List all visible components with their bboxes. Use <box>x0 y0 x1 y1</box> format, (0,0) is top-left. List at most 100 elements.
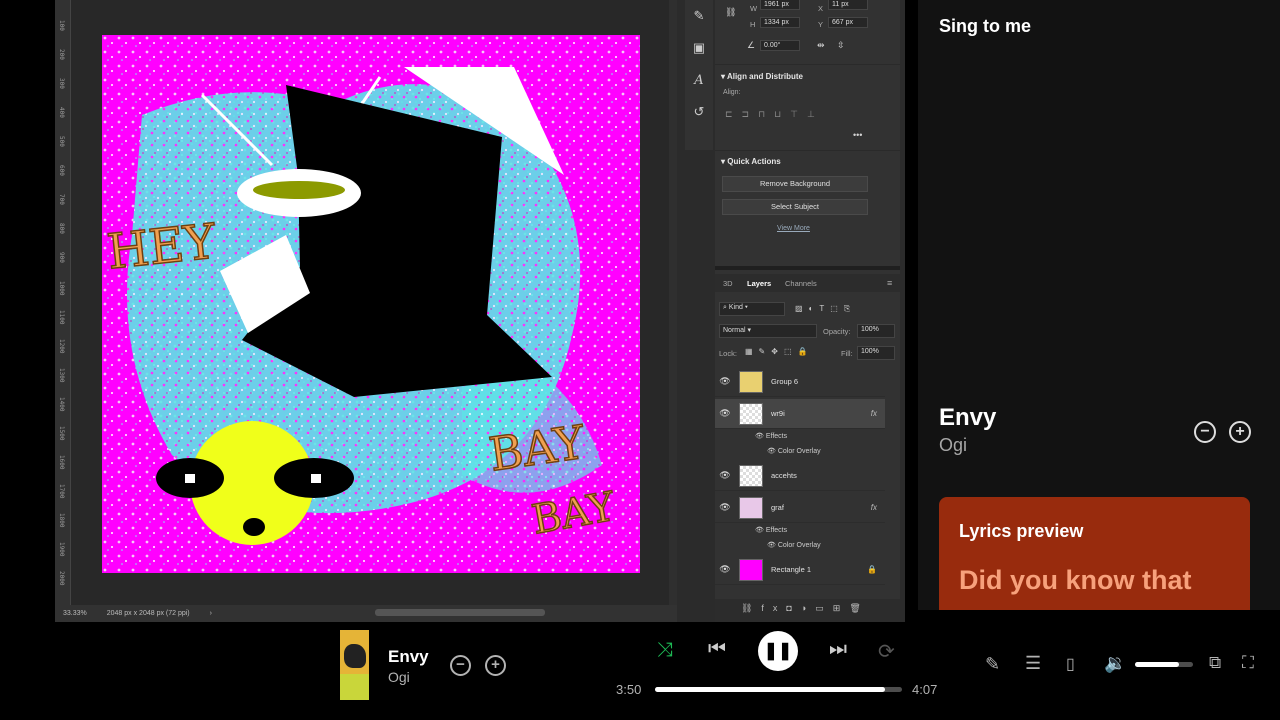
lyrics-preview-card[interactable]: Lyrics preview Did you know that <box>939 497 1250 610</box>
link-icon[interactable]: ⛓ <box>725 7 736 18</box>
repeat-icon[interactable]: ⟳ <box>878 639 895 664</box>
layer-row-selected[interactable]: 👁 wr9i fx <box>715 399 885 429</box>
flip-vertical-icon[interactable]: ⇳ <box>837 40 845 51</box>
photoshop-window: 100 200 300 400 500 600 700 800 900 1000 1100 1200 1… <box>55 0 905 622</box>
hey-graffiti: HEY <box>105 213 220 280</box>
now-playing-title[interactable]: Envy <box>939 404 996 432</box>
align-header[interactable]: ▾ Align and Distribute <box>721 72 803 81</box>
view-more-link[interactable]: View More <box>777 225 810 232</box>
player-bar <box>0 622 1280 720</box>
align-header-label: Align and Distribute <box>726 72 803 81</box>
height-label: H <box>750 20 756 29</box>
brush-settings-icon[interactable]: ✎ <box>685 0 713 32</box>
canvas-vertical-scrollbar[interactable] <box>669 0 677 605</box>
connect-device-icon[interactable]: ▯ <box>1066 654 1075 674</box>
volume-icon[interactable]: 🔉 <box>1104 653 1126 674</box>
next-icon[interactable]: ⏭ <box>829 638 847 661</box>
color-overlay-row[interactable]: 👁 Color Overlay <box>767 447 821 455</box>
history-icon[interactable]: ↺ <box>685 96 713 128</box>
volume-slider[interactable] <box>1135 662 1193 667</box>
mini-player-icon[interactable]: ⧉ <box>1209 653 1221 673</box>
progress-bar[interactable] <box>655 687 902 692</box>
opacity-field[interactable]: 100% <box>857 324 895 338</box>
width-field[interactable]: 1961 px <box>760 0 800 10</box>
tab-channels[interactable]: Channels <box>785 279 817 288</box>
ruler-tick-label: 1900 <box>58 542 65 557</box>
fullscreen-icon[interactable]: ⛶ <box>1242 653 1254 673</box>
canvas-horizontal-scrollbar[interactable] <box>375 609 545 616</box>
eye-icon[interactable]: 👁 <box>715 408 735 419</box>
canvas-area[interactable]: HEY BAY BAY <box>71 0 677 605</box>
y-field[interactable]: 667 px <box>828 17 868 28</box>
character-icon[interactable]: A <box>685 64 713 96</box>
blend-mode-select[interactable]: Normal ▾ <box>719 324 817 338</box>
progress-fill <box>655 687 885 692</box>
height-field[interactable]: 1334 px <box>760 17 800 28</box>
chevron-right-icon[interactable]: › <box>210 610 212 617</box>
ruler-tick-label: 300 <box>58 78 65 89</box>
ruler-tick-label: 1300 <box>58 368 65 383</box>
pause-button[interactable]: ❚❚ <box>758 631 798 671</box>
remove-from-library-icon[interactable]: − <box>450 655 471 676</box>
y-label: Y <box>818 20 824 29</box>
layers-footer-icons[interactable]: ⛓fx◘◑▭⊞🗑 <box>715 599 900 622</box>
fx-icon[interactable]: fx <box>871 409 877 418</box>
layer-name: accehts <box>771 471 797 480</box>
layer-thumbnail <box>739 558 763 581</box>
add-to-library-icon[interactable]: + <box>485 655 506 676</box>
effects-row[interactable]: 👁 Effects <box>755 432 787 440</box>
angle-field[interactable]: 0.00° <box>760 40 800 51</box>
fill-label: Fill: <box>841 349 853 358</box>
kind-filter[interactable]: ⌕ Kind ▾ <box>719 302 785 316</box>
add-icon[interactable]: + <box>1229 421 1251 443</box>
layer-row[interactable]: 👁 Rectangle 1 🔒 <box>715 555 885 585</box>
layer-row[interactable]: 👁 graf fx <box>715 493 885 523</box>
microphone-icon[interactable]: ✎ <box>985 654 1000 675</box>
ruler-tick-label: 900 <box>58 252 65 263</box>
select-subject-button[interactable]: Select Subject <box>722 199 868 215</box>
right-panels: ⛓ W 1961 px X 11 px H 1334 px Y 667 px ∠… <box>715 0 900 622</box>
angle-icon: ∠ <box>747 40 756 50</box>
layer-row[interactable]: 👁 Group 6 <box>715 367 885 397</box>
quick-actions-header[interactable]: ▾ Quick Actions <box>721 157 781 166</box>
previous-icon[interactable]: ⏮ <box>708 638 726 661</box>
color-overlay-row[interactable]: 👁 Color Overlay <box>767 541 821 549</box>
elapsed-time: 3:50 <box>616 682 642 697</box>
eye-icon[interactable]: 👁 <box>715 502 735 513</box>
fill-field[interactable]: 100% <box>857 346 895 360</box>
ruler-tick-label: 1200 <box>58 339 65 354</box>
panel-menu-icon[interactable]: ≡ <box>887 278 892 288</box>
effects-row[interactable]: 👁 Effects <box>755 526 787 534</box>
track-title[interactable]: Envy <box>388 647 429 667</box>
clone-source-icon[interactable]: ▣ <box>685 32 713 64</box>
playlist-title[interactable]: Sing to me <box>939 16 1031 37</box>
x-field[interactable]: 11 px <box>828 0 868 10</box>
queue-icon[interactable]: ☰ <box>1025 653 1041 674</box>
layer-filter-icons[interactable]: ▨◐T⬚⎘ <box>795 304 856 314</box>
more-icon[interactable]: ••• <box>853 130 862 140</box>
lock-icons[interactable]: ▦✎✥⬚🔒 <box>745 347 813 356</box>
remove-background-button[interactable]: Remove Background <box>722 176 868 192</box>
shuffle-icon[interactable]: ⤨ <box>657 639 673 662</box>
album-cover[interactable] <box>340 630 369 700</box>
tab-3d[interactable]: 3D <box>723 279 733 288</box>
tab-layers[interactable]: Layers <box>747 279 771 288</box>
align-buttons[interactable]: ⊏⊐⊓⊔⊤⊥ <box>725 109 824 120</box>
eye-icon[interactable]: 👁 <box>715 376 735 387</box>
x-label: X <box>818 4 824 13</box>
eye-icon[interactable]: 👁 <box>715 470 735 481</box>
now-playing-artist[interactable]: Ogi <box>939 435 967 456</box>
eye-icon[interactable]: 👁 <box>715 564 735 575</box>
panel-toolstrip: ✎ ▣ A ↺ <box>685 0 713 150</box>
quick-actions-label: Quick Actions <box>727 157 781 166</box>
remove-icon[interactable]: − <box>1194 421 1216 443</box>
artwork-canvas[interactable]: HEY BAY BAY <box>102 35 640 573</box>
track-artist[interactable]: Ogi <box>388 669 410 685</box>
ruler-tick-label: 100 <box>58 20 65 31</box>
flip-horizontal-icon[interactable]: ⇹ <box>817 40 825 51</box>
fx-icon[interactable]: fx <box>871 503 877 512</box>
zoom-level[interactable]: 33.33% <box>63 610 87 617</box>
ruler-tick-label: 800 <box>58 223 65 234</box>
layer-row[interactable]: 👁 accehts <box>715 461 885 491</box>
ruler-tick-label: 1500 <box>58 426 65 441</box>
